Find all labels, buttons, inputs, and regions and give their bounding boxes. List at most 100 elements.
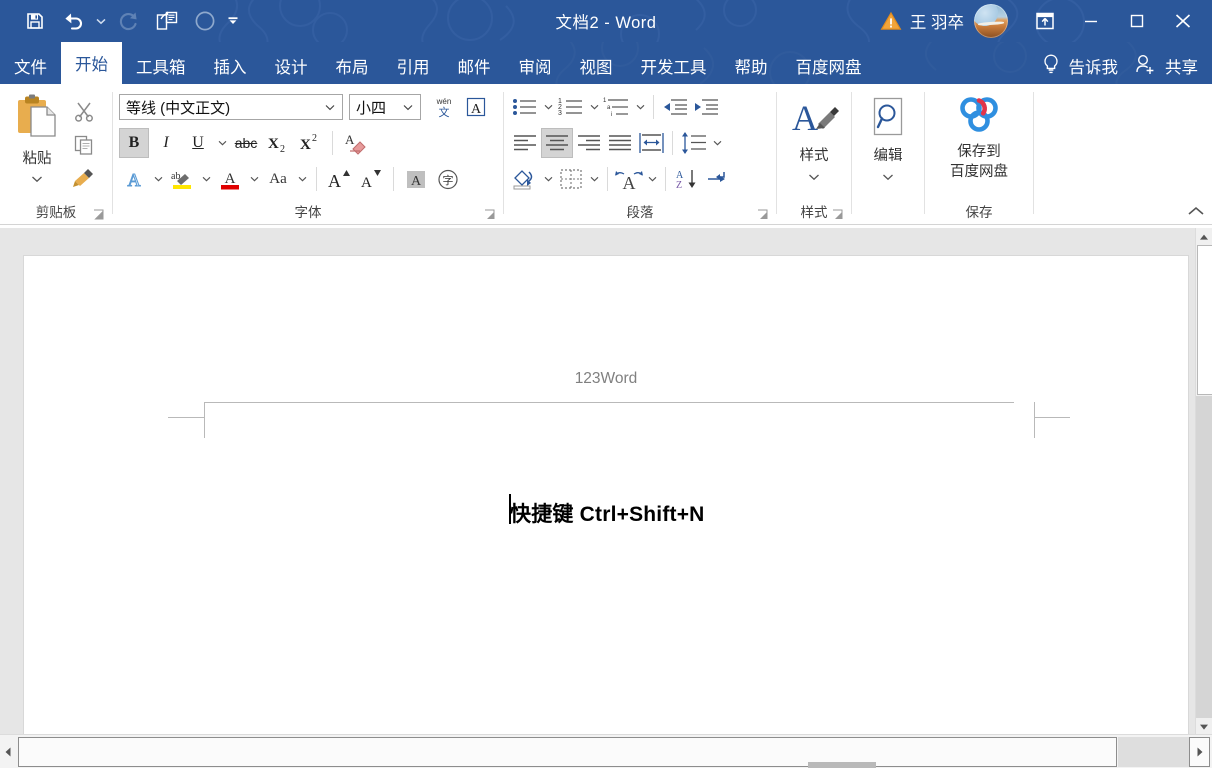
redo-icon[interactable] bbox=[110, 6, 148, 36]
styles-chevron-down-icon[interactable] bbox=[808, 168, 820, 186]
italic-button[interactable]: I bbox=[151, 128, 181, 158]
tab-help[interactable]: 帮助 bbox=[721, 48, 782, 84]
account-name[interactable]: 王 羽卒 bbox=[910, 9, 964, 33]
document-export-icon[interactable] bbox=[148, 6, 186, 36]
tab-layout[interactable]: 布局 bbox=[322, 48, 383, 84]
styles-dialog-launcher-icon[interactable] bbox=[831, 207, 845, 221]
multilevel-chevron-down-icon[interactable] bbox=[633, 92, 647, 122]
numbering-chevron-down-icon[interactable] bbox=[587, 92, 601, 122]
tab-references[interactable]: 引用 bbox=[383, 48, 444, 84]
character-shading-icon[interactable]: A bbox=[401, 164, 431, 194]
align-right-icon[interactable] bbox=[574, 128, 604, 158]
font-size-combo[interactable]: 小四 bbox=[349, 94, 421, 120]
sort-icon[interactable]: AZ bbox=[672, 164, 702, 194]
clear-formatting-icon[interactable]: A bbox=[340, 128, 370, 158]
numbering-icon[interactable]: 123 bbox=[556, 92, 586, 122]
grow-font-icon[interactable]: A bbox=[324, 164, 354, 194]
scroll-up-arrow-icon[interactable] bbox=[1196, 228, 1212, 245]
vertical-scrollbar[interactable] bbox=[1195, 228, 1212, 735]
distribute-icon[interactable] bbox=[636, 128, 666, 158]
styles-button[interactable]: A 样式 bbox=[783, 90, 845, 186]
warning-triangle-icon[interactable] bbox=[880, 11, 902, 31]
paragraph-dialog-launcher-icon[interactable] bbox=[756, 207, 770, 221]
format-painter-icon[interactable] bbox=[68, 164, 100, 194]
change-case-chevron-down-icon[interactable] bbox=[295, 164, 309, 194]
save-icon[interactable] bbox=[16, 6, 54, 36]
share-button[interactable]: 共享 bbox=[1128, 48, 1212, 84]
vertical-scroll-track[interactable] bbox=[1196, 396, 1212, 718]
bullets-icon[interactable] bbox=[510, 92, 540, 122]
horizontal-scroll-thumb[interactable] bbox=[18, 737, 1117, 767]
enclose-characters-icon[interactable]: 字 bbox=[433, 164, 463, 194]
horizontal-scroll-track[interactable] bbox=[1118, 737, 1189, 767]
tab-toolbox[interactable]: 工具箱 bbox=[122, 48, 200, 84]
tab-review[interactable]: 审阅 bbox=[505, 48, 566, 84]
undo-icon[interactable] bbox=[54, 6, 92, 36]
close-icon[interactable] bbox=[1160, 0, 1206, 42]
tab-mailings[interactable]: 邮件 bbox=[444, 48, 505, 84]
tab-file[interactable]: 文件 bbox=[0, 48, 61, 84]
vertical-scroll-thumb[interactable] bbox=[1197, 245, 1212, 395]
asian-layout-chevron-down-icon[interactable] bbox=[645, 164, 659, 194]
paste-chevron-down-icon[interactable] bbox=[31, 170, 43, 188]
font-name-chevron-down-icon[interactable] bbox=[322, 104, 338, 111]
subscript-button[interactable]: X2 bbox=[263, 128, 293, 158]
font-color-icon[interactable]: A bbox=[215, 164, 245, 194]
bold-button[interactable]: B bbox=[119, 128, 149, 158]
borders-chevron-down-icon[interactable] bbox=[587, 164, 601, 194]
text-effects-chevron-down-icon[interactable] bbox=[151, 164, 165, 194]
show-formatting-marks-icon[interactable] bbox=[703, 164, 733, 194]
change-case-button[interactable]: Aa bbox=[263, 164, 293, 194]
scroll-left-arrow-icon[interactable] bbox=[0, 737, 17, 767]
borders-icon[interactable] bbox=[556, 164, 586, 194]
underline-chevron-down-icon[interactable] bbox=[215, 128, 229, 158]
copy-icon[interactable] bbox=[68, 130, 100, 160]
superscript-button[interactable]: X2 bbox=[295, 128, 325, 158]
tab-home[interactable]: 开始 bbox=[61, 42, 122, 84]
increase-indent-icon[interactable] bbox=[691, 92, 721, 122]
avatar[interactable] bbox=[974, 4, 1008, 38]
phonetic-guide-icon[interactable]: wén文 bbox=[429, 92, 459, 122]
font-color-chevron-down-icon[interactable] bbox=[247, 164, 261, 194]
cut-scissors-icon[interactable] bbox=[68, 96, 100, 126]
tab-view[interactable]: 视图 bbox=[566, 48, 627, 84]
circle-icon[interactable] bbox=[186, 6, 224, 36]
line-spacing-icon[interactable] bbox=[679, 128, 709, 158]
ribbon-display-icon[interactable] bbox=[1022, 0, 1068, 42]
align-center-icon[interactable] bbox=[541, 128, 573, 158]
character-border-icon[interactable]: A bbox=[461, 92, 491, 122]
tell-me-box[interactable]: 告诉我 bbox=[1031, 48, 1129, 84]
font-dialog-launcher-icon[interactable] bbox=[483, 207, 497, 221]
clipboard-dialog-launcher-icon[interactable] bbox=[92, 207, 106, 221]
maximize-icon[interactable] bbox=[1114, 0, 1160, 42]
shading-chevron-down-icon[interactable] bbox=[541, 164, 555, 194]
scroll-right-arrow-icon[interactable] bbox=[1189, 737, 1210, 767]
highlight-chevron-down-icon[interactable] bbox=[199, 164, 213, 194]
strikethrough-button[interactable]: abc bbox=[231, 128, 261, 158]
bullets-chevron-down-icon[interactable] bbox=[541, 92, 555, 122]
shrink-font-icon[interactable]: A bbox=[356, 164, 386, 194]
tab-developer[interactable]: 开发工具 bbox=[627, 48, 721, 84]
tab-baidu-netdisk[interactable]: 百度网盘 bbox=[782, 48, 876, 84]
collapse-ribbon-icon[interactable] bbox=[1186, 202, 1206, 220]
customize-qat-chevron-down-icon[interactable] bbox=[224, 6, 242, 36]
underline-button[interactable]: U bbox=[183, 128, 213, 158]
tab-design[interactable]: 设计 bbox=[261, 48, 322, 84]
text-effects-icon[interactable]: A bbox=[119, 164, 149, 194]
paste-button[interactable]: 粘贴 bbox=[6, 90, 68, 188]
tab-insert[interactable]: 插入 bbox=[200, 48, 261, 84]
justify-icon[interactable] bbox=[605, 128, 635, 158]
shading-icon[interactable] bbox=[510, 164, 540, 194]
document-page[interactable]: 123Word 快捷键 Ctrl+Shift+N bbox=[24, 256, 1188, 735]
font-name-combo[interactable]: 等线 (中文正文) bbox=[119, 94, 343, 120]
minimize-icon[interactable] bbox=[1068, 0, 1114, 42]
undo-chevron-down-icon[interactable] bbox=[92, 6, 110, 36]
decrease-indent-icon[interactable] bbox=[660, 92, 690, 122]
editing-button[interactable]: 编辑 bbox=[858, 90, 918, 186]
align-left-icon[interactable] bbox=[510, 128, 540, 158]
save-to-baidu-button[interactable]: 保存到 百度网盘 bbox=[931, 90, 1027, 180]
font-size-chevron-down-icon[interactable] bbox=[400, 104, 416, 111]
asian-layout-icon[interactable]: A bbox=[614, 164, 644, 194]
multilevel-list-icon[interactable]: 1ai bbox=[602, 92, 632, 122]
horizontal-scrollbar[interactable] bbox=[0, 734, 1212, 768]
